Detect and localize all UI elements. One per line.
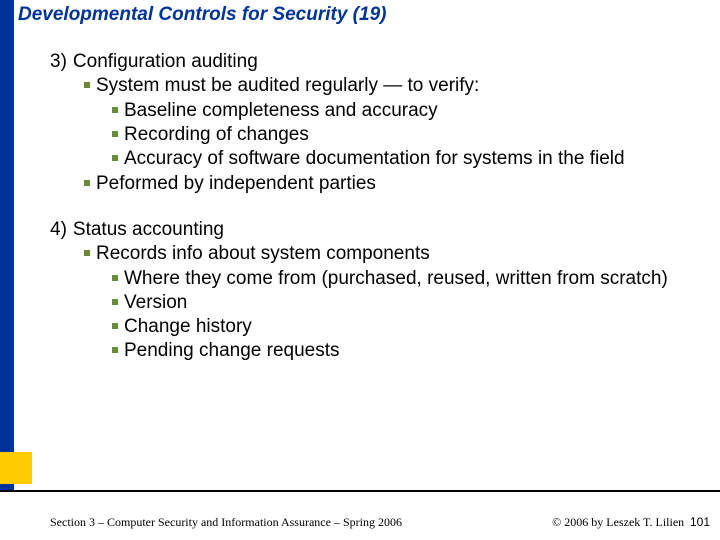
- bullet-icon: [106, 339, 124, 353]
- bullet-text: Records info about system components: [96, 242, 710, 266]
- bullet-icon: [106, 147, 124, 161]
- footer-copyright: © 2006 by Leszek T. Lilien: [552, 515, 684, 530]
- bullet-text: Pending change requests: [124, 339, 710, 363]
- bullet-lvl1: Peformed by independent parties: [78, 172, 710, 196]
- bullet-text: Version: [124, 291, 710, 315]
- bullet-icon: [78, 242, 96, 256]
- horizontal-rule: [0, 490, 720, 492]
- bullet-text: Accuracy of software documentation for s…: [124, 147, 710, 171]
- footer-page: '101: [692, 515, 710, 530]
- bullet-text: Where they come from (purchased, reused,…: [124, 267, 710, 291]
- accent-square: [0, 452, 32, 484]
- item-number: 4): [50, 218, 73, 242]
- bullet-lvl2: Recording of changes: [106, 123, 710, 147]
- bullet-lvl2: Accuracy of software documentation for s…: [106, 147, 710, 171]
- bullet-text: Baseline completeness and accuracy: [124, 99, 710, 123]
- bullet-icon: [106, 267, 124, 281]
- bullet-icon: [106, 315, 124, 329]
- item-heading: Configuration auditing: [73, 50, 710, 74]
- accent-bar: [0, 0, 14, 490]
- footer: Section 3 – Computer Security and Inform…: [50, 515, 710, 530]
- bullet-icon: [78, 74, 96, 88]
- bullet-text: System must be audited regularly — to ve…: [96, 74, 710, 98]
- item-heading: Status accounting: [73, 218, 710, 242]
- item-3: 3) Configuration auditing: [50, 50, 710, 74]
- bullet-lvl2: Change history: [106, 315, 710, 339]
- bullet-icon: [106, 99, 124, 113]
- bullet-icon: [106, 123, 124, 137]
- bullet-icon: [78, 172, 96, 186]
- bullet-lvl2: Pending change requests: [106, 339, 710, 363]
- bullet-lvl1: Records info about system components: [78, 242, 710, 266]
- slide: Developmental Controls for Security (19)…: [0, 0, 720, 540]
- item-4: 4) Status accounting: [50, 218, 710, 242]
- slide-title: Developmental Controls for Security (19): [18, 4, 386, 26]
- bullet-icon: [106, 291, 124, 305]
- bullet-text: Peformed by independent parties: [96, 172, 710, 196]
- bullet-lvl2: Baseline completeness and accuracy: [106, 99, 710, 123]
- bullet-text: Change history: [124, 315, 710, 339]
- bullet-lvl1: System must be audited regularly — to ve…: [78, 74, 710, 98]
- footer-section: Section 3 – Computer Security and Inform…: [50, 515, 402, 530]
- bullet-lvl2: Version: [106, 291, 710, 315]
- slide-content: 3) Configuration auditing System must be…: [50, 50, 710, 364]
- bullet-text: Recording of changes: [124, 123, 710, 147]
- item-number: 3): [50, 50, 73, 74]
- bullet-lvl2: Where they come from (purchased, reused,…: [106, 267, 710, 291]
- footer-right: © 2006 by Leszek T. Lilien '101: [552, 515, 710, 530]
